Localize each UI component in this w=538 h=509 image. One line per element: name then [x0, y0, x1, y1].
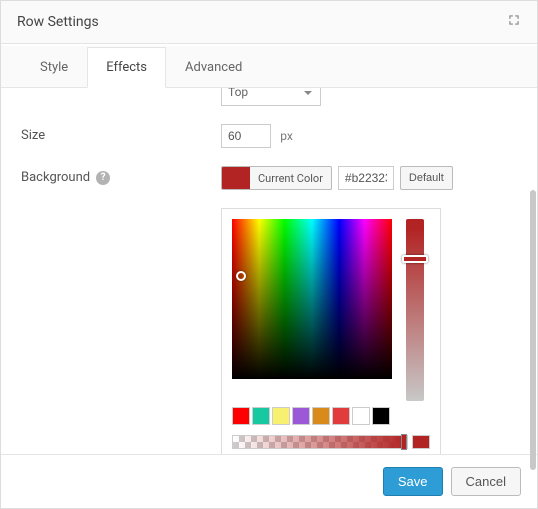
save-button[interactable]: Save: [383, 467, 443, 496]
swatch[interactable]: [332, 407, 350, 425]
modal-footer: Save Cancel: [1, 454, 537, 508]
hex-input[interactable]: [338, 166, 394, 190]
size-input[interactable]: [221, 124, 271, 148]
current-color-swatch: [222, 166, 250, 190]
swatch[interactable]: [252, 407, 270, 425]
color-picker: [221, 208, 441, 454]
alpha-handle[interactable]: [401, 434, 407, 450]
hue-slider[interactable]: [406, 219, 424, 401]
expand-icon[interactable]: [507, 13, 521, 31]
modal-header: Row Settings: [1, 1, 537, 44]
size-unit: px: [280, 129, 293, 143]
scrollbar[interactable]: [530, 190, 536, 470]
swatch[interactable]: [352, 407, 370, 425]
swatch[interactable]: [372, 407, 390, 425]
swatch[interactable]: [312, 407, 330, 425]
background-label: Background ?: [21, 166, 221, 185]
modal-body: Top Size px Background ? Current Color: [1, 88, 537, 454]
tabs: Style Effects Advanced: [1, 46, 537, 88]
current-color-button[interactable]: Current Color: [221, 166, 332, 190]
sv-square[interactable]: [232, 219, 392, 379]
hue-handle[interactable]: [402, 255, 428, 263]
alpha-slider[interactable]: [232, 435, 408, 449]
swatch[interactable]: [292, 407, 310, 425]
default-button[interactable]: Default: [400, 166, 453, 190]
cancel-button[interactable]: Cancel: [451, 467, 521, 496]
position-select[interactable]: Top: [221, 88, 321, 106]
color-swatches: [232, 407, 430, 425]
tab-effects[interactable]: Effects: [87, 47, 166, 88]
swatch[interactable]: [272, 407, 290, 425]
alpha-preview: [412, 435, 430, 449]
swatch[interactable]: [232, 407, 250, 425]
position-select-value: Top: [228, 88, 248, 99]
tab-style[interactable]: Style: [21, 47, 87, 88]
modal-title: Row Settings: [17, 14, 99, 30]
help-icon[interactable]: ?: [96, 171, 110, 185]
sv-handle[interactable]: [236, 271, 246, 281]
tab-advanced[interactable]: Advanced: [166, 47, 261, 88]
size-label: Size: [21, 124, 221, 143]
current-color-label: Current Color: [250, 172, 331, 185]
